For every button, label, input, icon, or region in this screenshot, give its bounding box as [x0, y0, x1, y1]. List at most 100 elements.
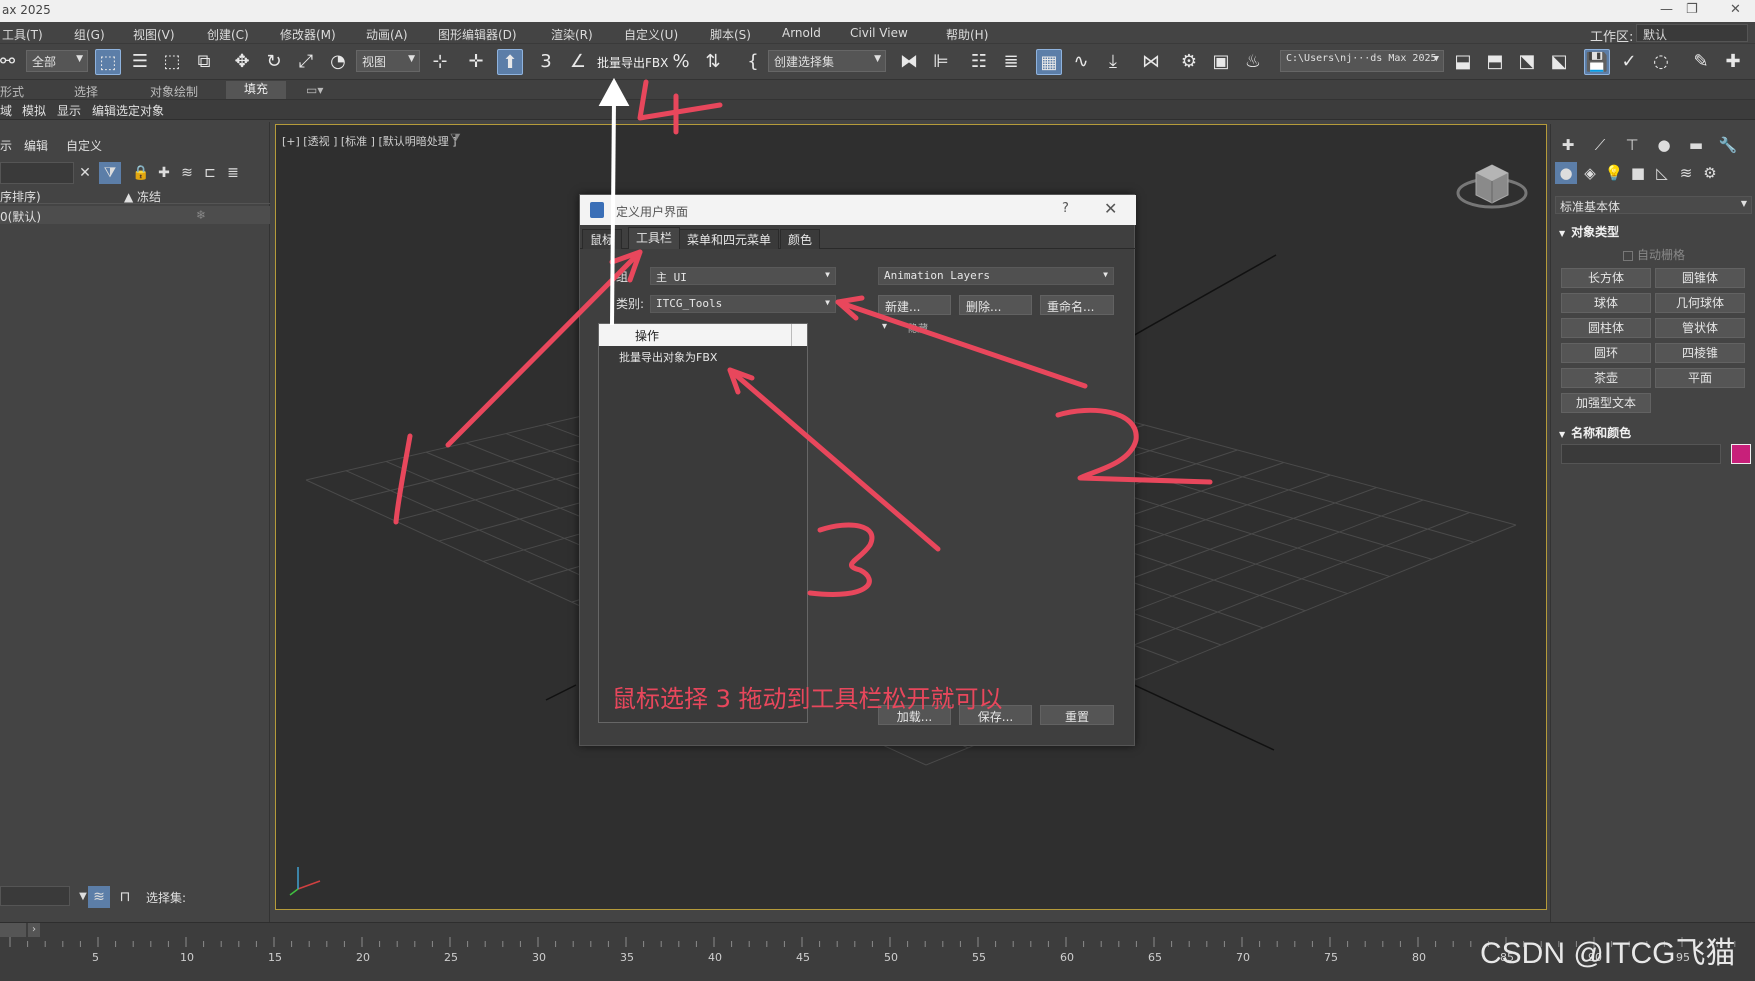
render-teapot-icon[interactable]: ♨	[1240, 49, 1266, 75]
dope-sheet-icon[interactable]: ⤓	[1100, 49, 1126, 75]
brush-icon[interactable]: ✎	[1688, 49, 1714, 75]
object-type-section[interactable]: ▼ 对象类型	[1559, 223, 1619, 240]
hierarchy-sort-icon[interactable]: ⊓	[114, 886, 136, 908]
teapot-button[interactable]: 茶壶	[1561, 368, 1651, 388]
lights-icon[interactable]: 💡	[1603, 162, 1625, 184]
reset-button[interactable]: 重置	[1040, 705, 1114, 725]
clear-search-icon[interactable]: ✕	[74, 162, 96, 184]
toolbar-dropdown[interactable]: Animation Layers ▼	[878, 267, 1114, 285]
plane-button[interactable]: 平面	[1655, 368, 1745, 388]
close-window-icon[interactable]: ✕	[1730, 2, 1741, 17]
tab-toolbars[interactable]: 工具栏	[628, 227, 681, 249]
new-toolbar-button[interactable]: 新建...	[878, 295, 951, 315]
project-path-dropdown[interactable]: C:\Users\nj···ds Max 2025 ▼	[1280, 50, 1444, 72]
cone-button[interactable]: 圆锥体	[1655, 268, 1745, 288]
menu-customize[interactable]: 自定义(U)	[624, 26, 678, 43]
object-name-input[interactable]	[1561, 444, 1721, 464]
menu-scripting[interactable]: 脚本(S)	[710, 26, 751, 43]
menu-tools[interactable]: 工具(T)	[2, 26, 43, 43]
table-row[interactable]: 0(默认) ❄	[0, 206, 270, 224]
sphere-button[interactable]: 球体	[1561, 293, 1651, 313]
ribbon-item-display[interactable]: 显示	[57, 102, 81, 119]
ribbon-tab-object-paint[interactable]: 对象绘制	[150, 83, 198, 100]
scale-icon[interactable]: ⤢	[293, 49, 319, 75]
name-color-section[interactable]: ▼ 名称和颜色	[1559, 424, 1631, 441]
object-color-swatch[interactable]	[1731, 444, 1751, 464]
cameras-icon[interactable]: ■	[1627, 162, 1649, 184]
keyboard-shortcut-icon[interactable]: ⬆	[497, 49, 523, 75]
geometry-icon[interactable]: ●	[1555, 162, 1577, 184]
pivot-center-icon[interactable]: ⊹	[427, 49, 453, 75]
reference-coord-dropdown[interactable]: 视图 ▼	[356, 50, 420, 72]
display-tab-icon[interactable]: ▬	[1685, 134, 1707, 156]
snaps-toggle-icon[interactable]: 3	[533, 49, 559, 75]
ribbon-tab-shape[interactable]: 形式	[0, 83, 24, 100]
schematic-view-icon[interactable]: ⋈	[1138, 49, 1164, 75]
next-frame-icon[interactable]: ›	[28, 923, 40, 937]
rect-selection-icon[interactable]: ⬚	[159, 49, 185, 75]
menu-modifiers[interactable]: 修改器(M)	[280, 26, 336, 43]
rotate-icon[interactable]: ↻	[261, 49, 287, 75]
align-icon[interactable]: ⊫	[928, 49, 954, 75]
autogrid-checkbox[interactable]: 自动栅格	[1623, 246, 1685, 263]
filter-icon[interactable]: ⧩	[99, 162, 121, 184]
list-item[interactable]: 批量导出对象为FBX	[619, 349, 717, 365]
save-scene-icon[interactable]: 💾	[1584, 49, 1610, 75]
ribbon-tab-populate[interactable]: 填充	[226, 81, 287, 99]
menu-view[interactable]: 视图(V)	[133, 26, 175, 43]
column-sort-label[interactable]: 序排序)	[0, 188, 41, 205]
tube-button[interactable]: 管状体	[1655, 318, 1745, 338]
close-icon[interactable]: ✕	[1104, 199, 1117, 218]
menu-arnold[interactable]: Arnold	[782, 26, 821, 40]
systems-icon[interactable]: ⚙	[1699, 162, 1721, 184]
select-by-name-icon[interactable]: ☰	[127, 49, 153, 75]
explorer-tab-edit[interactable]: 编辑	[24, 137, 48, 154]
create-tab-icon[interactable]: ✚	[1557, 134, 1579, 156]
utilities-tab-icon[interactable]: 🔧	[1717, 134, 1739, 156]
select-manipulate-icon[interactable]: ✛	[463, 49, 489, 75]
stack-icon[interactable]: ≣	[222, 162, 244, 184]
modify-tab-icon[interactable]: ⟋	[1589, 134, 1611, 156]
render-setup-icon[interactable]: ▣	[1208, 49, 1234, 75]
angle-snap-icon[interactable]: ∠	[565, 49, 591, 75]
named-selection-dropdown[interactable]: 创建选择集 ▼	[768, 50, 886, 72]
explorer-search-input[interactable]	[0, 162, 74, 184]
sync-icon[interactable]: ◌	[1648, 49, 1674, 75]
window-crossing-icon[interactable]: ⧉	[191, 49, 217, 75]
tab-mouse[interactable]: 鼠标	[582, 229, 623, 249]
primitive-category-dropdown[interactable]: 标准基本体 ▼	[1555, 196, 1752, 214]
torus-button[interactable]: 圆环	[1561, 343, 1651, 363]
dialog-title-bar[interactable]: 定义用户界面 ? ✕	[580, 195, 1136, 225]
ribbon-item-simulate[interactable]: 模拟	[22, 102, 46, 119]
save-project-icon[interactable]: ⬔	[1514, 49, 1540, 75]
selection-filter-dropdown[interactable]: 全部 ▼	[26, 50, 88, 72]
hierarchy-icon[interactable]: ⊏	[199, 162, 221, 184]
group-dropdown[interactable]: 主 UI ▼	[650, 267, 836, 285]
menu-civil-view[interactable]: Civil View	[850, 26, 908, 40]
geosphere-button[interactable]: 几何球体	[1655, 293, 1745, 313]
menu-animation[interactable]: 动画(A)	[366, 26, 408, 43]
pyramid-button[interactable]: 四棱锥	[1655, 343, 1745, 363]
helpers-icon[interactable]: ◺	[1651, 162, 1673, 184]
open-project-icon[interactable]: ⬒	[1482, 49, 1508, 75]
minimize-icon[interactable]: —	[1660, 2, 1673, 17]
hide-checkbox[interactable]: ▾	[882, 321, 887, 332]
ribbon-options-icon[interactable]: ▭▾	[306, 83, 323, 97]
help-icon[interactable]: ?	[1062, 201, 1069, 216]
check-icon[interactable]: ✓	[1616, 49, 1642, 75]
material-editor-icon[interactable]: ⚙	[1176, 49, 1202, 75]
select-object-icon[interactable]: ⬚	[95, 49, 121, 75]
workspace-dropdown[interactable]: 默认	[1636, 24, 1748, 42]
delete-toolbar-button[interactable]: 删除...	[959, 295, 1032, 315]
viewcube-icon[interactable]	[1456, 164, 1528, 209]
toggle-ribbon-icon[interactable]: ▦	[1036, 49, 1062, 75]
layers-icon[interactable]: ≋	[176, 162, 198, 184]
hierarchy-tab-icon[interactable]: ⊤	[1621, 134, 1643, 156]
menu-rendering[interactable]: 渲染(R)	[551, 26, 593, 43]
motion-tab-icon[interactable]: ●	[1653, 134, 1675, 156]
menu-create[interactable]: 创建(C)	[207, 26, 249, 43]
add-layer-icon[interactable]: ✚	[153, 162, 175, 184]
ribbon-item-edit-selected[interactable]: 编辑选定对象	[92, 102, 164, 119]
project-folder-icon[interactable]: ⬓	[1450, 49, 1476, 75]
explorer-tab-display[interactable]: 示	[0, 137, 12, 154]
